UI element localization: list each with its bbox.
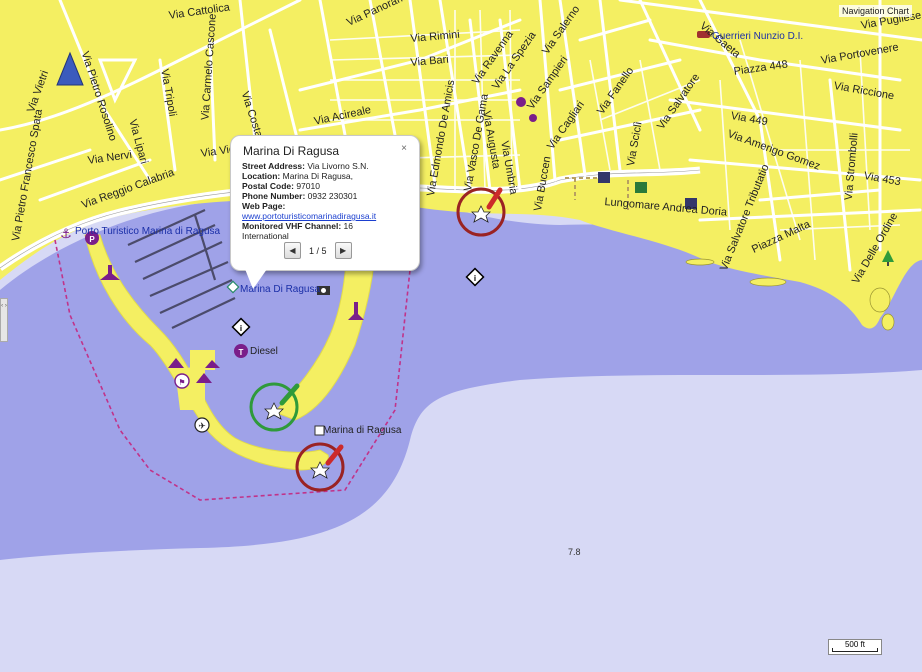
next-button[interactable]: ▶: [334, 242, 352, 259]
depth-sounding: 7.8: [568, 547, 581, 557]
svg-text:i: i: [474, 274, 476, 283]
phone-row: Phone Number: 0932 230301: [242, 191, 417, 201]
postal-value: 97010: [296, 181, 320, 191]
popup-body: Street Address: Via Livorno S.N. Locatio…: [242, 161, 417, 241]
web-link-row: www.portoturisticomarinadiragusa.it: [242, 211, 417, 221]
poi-label[interactable]: Guerrieri Nunzio D.I.: [712, 31, 803, 42]
scale-bar: 500 ft: [828, 639, 882, 655]
chart-title: Navigation Chart: [838, 5, 912, 17]
side-panel-toggle[interactable]: ‹ ›: [0, 298, 8, 342]
map-canvas[interactable]: i i T P ⚓ ⚑ ✈: [0, 0, 922, 672]
close-icon[interactable]: ×: [401, 144, 407, 154]
street-value: Via Livorno S.N.: [307, 161, 369, 171]
location-row: Location: Marina Di Ragusa,: [242, 171, 417, 181]
marina-label-2[interactable]: Marina di Ragusa: [323, 425, 401, 436]
svg-text:⚓: ⚓: [60, 227, 72, 242]
vhf-row: Monitored VHF Channel: 16: [242, 221, 417, 231]
popup-title: Marina Di Ragusa: [243, 144, 340, 158]
location-value: Marina Di Ragusa,: [282, 171, 354, 181]
flag-icon: ⚑: [174, 373, 190, 389]
svg-text:✈: ✈: [198, 422, 206, 432]
svg-text:i: i: [240, 324, 242, 333]
anchor-icon: ⚓: [60, 227, 72, 242]
prev-button[interactable]: ◀: [284, 242, 301, 259]
scale-ruler: [832, 648, 878, 652]
page-indicator: 1 / 5: [309, 245, 327, 256]
fuel-icon: T: [234, 344, 248, 358]
navigation-map[interactable]: i i T P ⚓ ⚑ ✈ Via Cattolica Via Pietro R…: [0, 0, 922, 672]
web-label: Web Page:: [242, 201, 286, 211]
plane-icon: ✈: [194, 417, 210, 433]
web-row: Web Page:: [242, 201, 417, 211]
vhf-note: International: [242, 231, 289, 241]
vhf-value: 16: [343, 221, 354, 231]
phone-label: Phone Number:: [242, 191, 306, 201]
postal-row: Postal Code: 97010: [242, 181, 417, 191]
vhf-label: Monitored VHF Channel:: [242, 221, 342, 231]
popup-pager: ◀ 1 / 5 ▶: [284, 242, 352, 259]
diesel-label[interactable]: Diesel: [250, 346, 278, 357]
porto-label[interactable]: Porto Turistico Marina di Ragusa: [75, 226, 220, 237]
popup-tail: [245, 269, 267, 289]
street-label: Street Address:: [242, 161, 305, 171]
phone-value: 0932 230301: [307, 191, 358, 201]
postal-label: Postal Code:: [242, 181, 294, 191]
street-row: Street Address: Via Livorno S.N.: [242, 161, 417, 171]
info-popup[interactable]: Marina Di Ragusa × Street Address: Via L…: [230, 135, 420, 289]
svg-text:T: T: [239, 348, 244, 357]
location-label: Location:: [242, 171, 281, 181]
svg-text:⚑: ⚑: [178, 378, 185, 387]
web-link[interactable]: www.portoturisticomarinadiragusa.it: [242, 211, 376, 221]
